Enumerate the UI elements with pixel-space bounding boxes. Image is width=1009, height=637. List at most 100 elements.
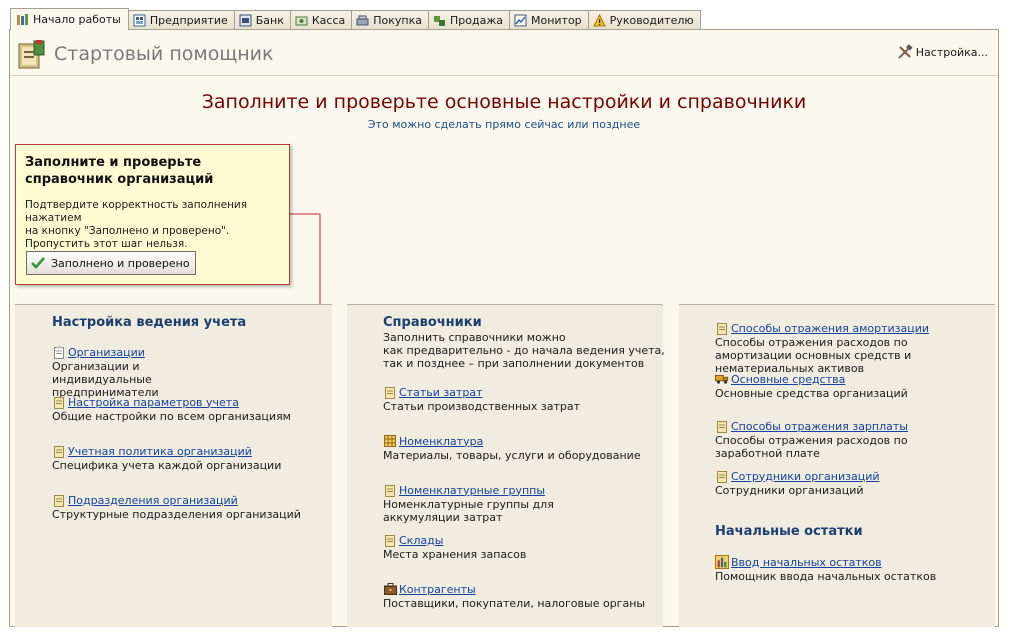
list-item: Основные средства Основные средства орга… bbox=[715, 372, 1009, 400]
document-icon bbox=[715, 419, 729, 433]
tab-monitor[interactable]: Монитор bbox=[509, 10, 589, 30]
item-description: Специфика учета каждой организации bbox=[52, 459, 282, 472]
list-item: Статьи затрат Статьи производственных за… bbox=[383, 385, 683, 414]
link-nomenclature-groups[interactable]: Номенклатурные группы bbox=[399, 484, 545, 497]
list-item: Способы отражения зарплаты Способы отраж… bbox=[715, 419, 1009, 461]
tab-purchase[interactable]: Покупка bbox=[352, 10, 429, 30]
callout-title-line: справочник организаций bbox=[25, 172, 214, 187]
list-item: Организации Организации и индивидуальные… bbox=[52, 345, 352, 400]
truck-icon bbox=[715, 372, 729, 386]
start-assistant-panel: Стартовый помощник Настройка... Заполнит… bbox=[9, 29, 999, 627]
document-icon bbox=[715, 469, 729, 483]
intro-line: так и позднее – при заполнении документо… bbox=[383, 357, 645, 370]
enterprise-icon bbox=[133, 14, 146, 27]
tab-manager[interactable]: Руководителю bbox=[588, 10, 701, 30]
section-title: Настройка ведения учета bbox=[52, 315, 247, 330]
callout-title: Заполните и проверьте справочник организ… bbox=[25, 154, 275, 188]
cash-icon bbox=[295, 14, 308, 27]
button-label: Заполнено и проверено bbox=[51, 256, 190, 270]
item-description: Способы отражения расходов по заработной… bbox=[715, 434, 908, 460]
tab-label: Предприятие bbox=[149, 14, 228, 27]
item-description: Сотрудники организаций bbox=[715, 484, 864, 497]
monitor-icon bbox=[514, 14, 527, 27]
item-description: Общие настройки по всем организациям bbox=[52, 410, 291, 423]
catalogs-intro: Заполнить справочники можно как предвари… bbox=[383, 331, 673, 370]
warning-icon bbox=[592, 14, 606, 27]
intro-line: как предварительно - до начала ведения у… bbox=[383, 344, 665, 357]
tab-label: Банк bbox=[255, 14, 284, 27]
link-accounting-policy[interactable]: Учетная политика организаций bbox=[68, 445, 252, 458]
callout-text-line: Пропустить этот шаг нельзя. bbox=[25, 238, 188, 250]
document-icon bbox=[383, 385, 397, 399]
document-icon bbox=[52, 444, 66, 458]
list-item: Номенклатурные группы Номенклатурные гру… bbox=[383, 483, 683, 525]
intro-line: Заполнить справочники можно bbox=[383, 331, 566, 344]
catalogs-column: Справочники Заполнить справочники можно … bbox=[347, 304, 665, 627]
tab-label: Касса bbox=[311, 14, 346, 27]
checkmark-icon bbox=[31, 257, 45, 269]
callout-box: Заполните и проверьте справочник организ… bbox=[15, 144, 290, 285]
document-icon bbox=[52, 493, 66, 507]
document-icon bbox=[715, 321, 729, 335]
tab-bank[interactable]: Банк bbox=[234, 10, 291, 30]
bank-icon bbox=[239, 14, 252, 27]
callout-title-line: Заполните и проверьте bbox=[25, 155, 202, 170]
reflection-methods-column: Способы отражения амортизации Способы от… bbox=[679, 304, 995, 627]
sale-icon bbox=[433, 14, 446, 27]
link-cost-items[interactable]: Статьи затрат bbox=[399, 386, 483, 399]
list-item: Учетная политика организаций Специфика у… bbox=[52, 444, 352, 473]
document-icon bbox=[52, 345, 66, 359]
link-counterparties[interactable]: Контрагенты bbox=[399, 583, 476, 596]
tab-strip: Начало работы Предприятие Банк Касса Пок… bbox=[0, 0, 1009, 30]
list-item: Номенклатура Материалы, товары, услуги и… bbox=[383, 434, 683, 463]
item-description: Структурные подразделения организаций bbox=[52, 508, 301, 521]
item-description: Помощник ввода начальных остатков bbox=[715, 570, 937, 583]
list-item: Склады Места хранения запасов bbox=[383, 533, 683, 562]
item-description: Номенклатурные группы для аккумуляции за… bbox=[383, 498, 554, 524]
callout-text-line: Подтвердите корректность заполнения нажа… bbox=[25, 199, 248, 224]
link-depreciation-methods[interactable]: Способы отражения амортизации bbox=[731, 322, 929, 335]
item-description: Поставщики, покупатели, налоговые органы bbox=[383, 597, 646, 610]
briefcase-icon bbox=[383, 582, 397, 596]
list-item: Контрагенты Поставщики, покупатели, нало… bbox=[383, 582, 683, 611]
tab-label: Начало работы bbox=[33, 13, 121, 26]
list-item: Способы отражения амортизации Способы от… bbox=[715, 321, 1009, 376]
item-description: Материалы, товары, услуги и оборудование bbox=[383, 449, 641, 462]
link-employees[interactable]: Сотрудники организаций bbox=[731, 470, 880, 483]
item-description: Основные средства организаций bbox=[715, 387, 908, 400]
tab-label: Руководителю bbox=[609, 14, 694, 27]
link-accounting-parameters[interactable]: Настройка параметров учета bbox=[68, 396, 239, 409]
document-icon bbox=[383, 533, 397, 547]
link-fixed-assets[interactable]: Основные средства bbox=[731, 373, 845, 386]
document-icon bbox=[383, 483, 397, 497]
accounting-settings-column: Настройка ведения учета Организации Орга… bbox=[15, 304, 332, 627]
item-description: Статьи производственных затрат bbox=[383, 400, 580, 413]
list-item: Подразделения организаций Структурные по… bbox=[52, 493, 352, 522]
item-description: Способы отражения расходов по амортизаци… bbox=[715, 336, 912, 375]
document-icon bbox=[52, 395, 66, 409]
start-icon bbox=[16, 13, 29, 26]
section-title: Справочники bbox=[383, 315, 482, 330]
filled-and-checked-button[interactable]: Заполнено и проверено bbox=[26, 251, 196, 275]
tab-sale[interactable]: Продажа bbox=[429, 10, 510, 30]
tabs: Начало работы Предприятие Банк Касса Пок… bbox=[10, 8, 701, 30]
callout-text-line: на кнопку "Заполнено и проверено". bbox=[25, 225, 230, 237]
tab-label: Продажа bbox=[450, 14, 503, 27]
list-item: Настройка параметров учета Общие настрой… bbox=[52, 395, 352, 424]
link-organizations[interactable]: Организации bbox=[68, 346, 145, 359]
tab-enterprise[interactable]: Предприятие bbox=[128, 10, 235, 30]
list-item: Ввод начальных остатков Помощник ввода н… bbox=[715, 555, 1009, 583]
balances-icon bbox=[715, 555, 729, 569]
link-nomenclature[interactable]: Номенклатура bbox=[399, 435, 483, 448]
link-salary-methods[interactable]: Способы отражения зарплаты bbox=[731, 420, 908, 433]
tab-label: Монитор bbox=[530, 14, 582, 27]
tab-cash[interactable]: Касса bbox=[290, 10, 353, 30]
item-description: Места хранения запасов bbox=[383, 548, 527, 561]
link-warehouses[interactable]: Склады bbox=[399, 534, 443, 547]
item-description: Организации и индивидуальные предпринима… bbox=[52, 360, 159, 399]
tab-label: Покупка bbox=[373, 14, 422, 27]
link-initial-balances[interactable]: Ввод начальных остатков bbox=[731, 556, 882, 569]
list-item: Сотрудники организаций Сотрудники органи… bbox=[715, 469, 1009, 498]
tab-start[interactable]: Начало работы bbox=[10, 8, 129, 30]
link-departments[interactable]: Подразделения организаций bbox=[68, 494, 238, 507]
